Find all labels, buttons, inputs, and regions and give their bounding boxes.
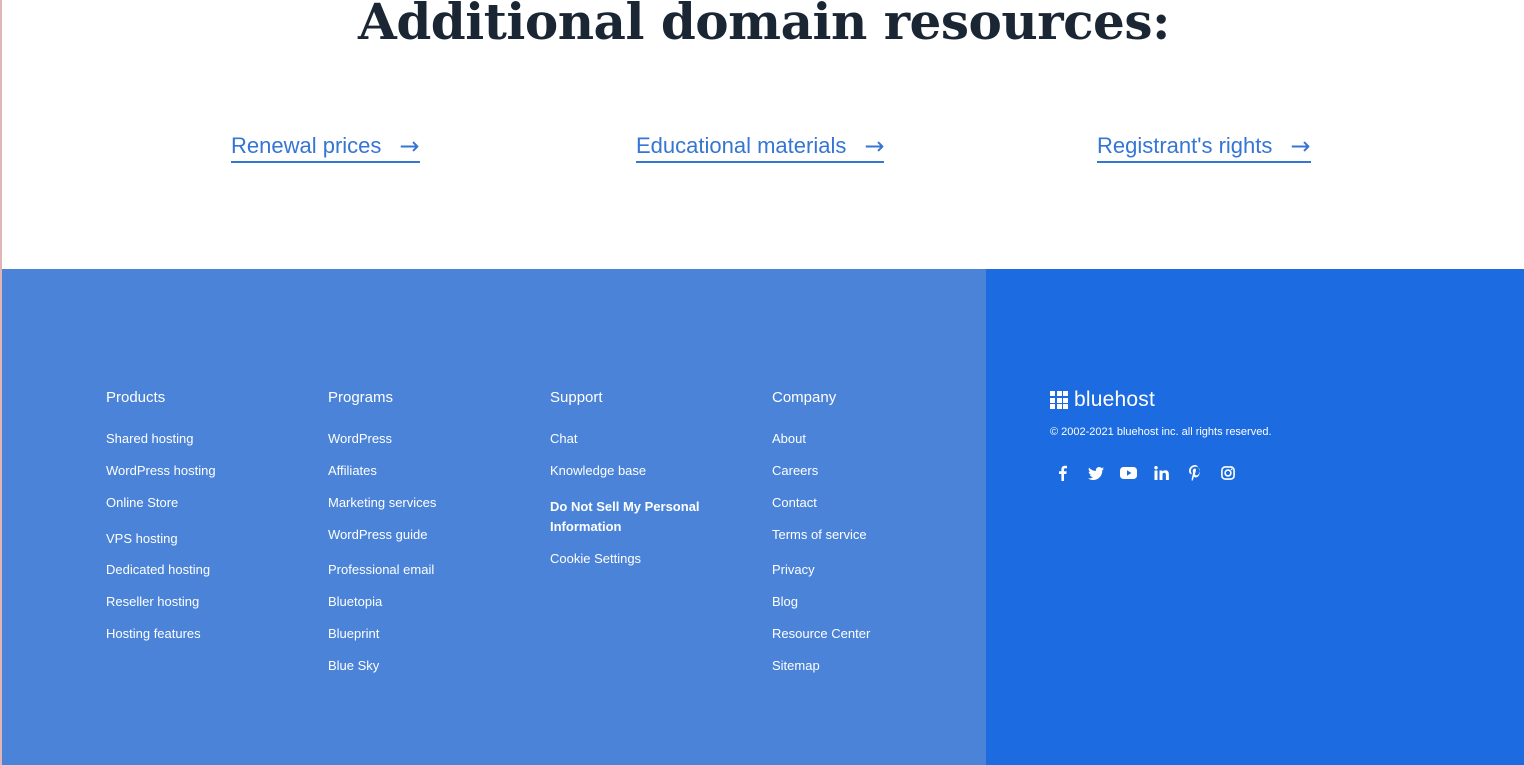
footer-link-resource-center[interactable]: Resource Center	[772, 624, 870, 644]
footer-link-online-store[interactable]: Online Store	[106, 493, 178, 513]
footer-brand-panel	[986, 269, 1524, 765]
youtube-icon[interactable]	[1112, 462, 1145, 484]
footer-link-affiliates[interactable]: Affiliates	[328, 461, 377, 481]
footer-link-blueprint[interactable]: Blueprint	[328, 624, 379, 644]
footer-link-shared-hosting[interactable]: Shared hosting	[106, 429, 193, 449]
renewal-prices-link[interactable]: Renewal prices →	[231, 131, 420, 163]
footer-link-wordpress[interactable]: WordPress	[328, 429, 392, 449]
footer-link-wordpress-hosting[interactable]: WordPress hosting	[106, 461, 216, 481]
footer-link-about[interactable]: About	[772, 429, 806, 449]
footer-link-cookie-settings[interactable]: Cookie Settings	[550, 549, 641, 569]
footer-heading-programs: Programs	[328, 389, 394, 406]
footer-link-dedicated-hosting[interactable]: Dedicated hosting	[106, 560, 210, 580]
footer-link-bluetopia[interactable]: Bluetopia	[328, 592, 382, 612]
footer-link-vps-hosting[interactable]: VPS hosting	[106, 529, 178, 549]
registrants-rights-label: Registrant's rights	[1097, 133, 1273, 158]
footer-link-do-not-sell[interactable]: Do Not Sell My Personal Information	[550, 497, 720, 537]
footer-link-reseller-hosting[interactable]: Reseller hosting	[106, 592, 199, 612]
footer-link-marketing-services[interactable]: Marketing services	[328, 493, 436, 513]
footer-link-knowledge-base[interactable]: Knowledge base	[550, 461, 646, 481]
footer-link-wordpress-guide[interactable]: WordPress guide	[328, 525, 427, 545]
footer-heading-company: Company	[772, 389, 837, 406]
educational-materials-label: Educational materials	[636, 133, 847, 158]
footer-link-careers[interactable]: Careers	[772, 461, 818, 481]
footer-link-chat[interactable]: Chat	[550, 429, 577, 449]
pinterest-icon[interactable]	[1178, 462, 1211, 484]
footer-heading-products: Products	[106, 389, 166, 406]
resources-title: Additional domain resources:	[358, 0, 1170, 51]
page: Additional domain resources: Renewal pri…	[0, 0, 1524, 765]
educational-materials-link[interactable]: Educational materials →	[636, 131, 885, 163]
footer-link-professional-email[interactable]: Professional email	[328, 560, 434, 580]
facebook-icon[interactable]	[1046, 462, 1079, 484]
brand-name: bluehost	[1074, 388, 1155, 411]
footer-link-sitemap[interactable]: Sitemap	[772, 656, 820, 676]
footer-link-hosting-features[interactable]: Hosting features	[106, 624, 201, 644]
footer-link-privacy[interactable]: Privacy	[772, 560, 815, 580]
footer-link-terms-of-service[interactable]: Terms of service	[772, 525, 867, 545]
footer-links-panel	[2, 269, 986, 765]
arrow-right-icon: →	[1290, 132, 1311, 160]
twitter-icon[interactable]	[1079, 462, 1112, 484]
arrow-right-icon: →	[864, 132, 885, 160]
footer-link-blog[interactable]: Blog	[772, 592, 798, 612]
instagram-icon[interactable]	[1211, 462, 1244, 484]
footer-link-blue-sky[interactable]: Blue Sky	[328, 656, 379, 676]
bluehost-grid-icon	[1050, 391, 1068, 409]
domain-resources-section: Additional domain resources: Renewal pri…	[0, 0, 1524, 269]
left-edge-border	[0, 0, 2, 765]
footer-heading-support: Support	[550, 389, 603, 406]
copyright-text: © 2002-2021 bluehost inc. all rights res…	[1050, 426, 1272, 438]
footer-link-contact[interactable]: Contact	[772, 493, 817, 513]
renewal-prices-label: Renewal prices	[231, 133, 382, 158]
arrow-right-icon: →	[399, 132, 420, 160]
bluehost-logo[interactable]: bluehost	[1050, 388, 1155, 412]
social-links	[1046, 462, 1244, 484]
linkedin-icon[interactable]	[1145, 462, 1178, 484]
registrants-rights-link[interactable]: Registrant's rights →	[1097, 131, 1311, 163]
